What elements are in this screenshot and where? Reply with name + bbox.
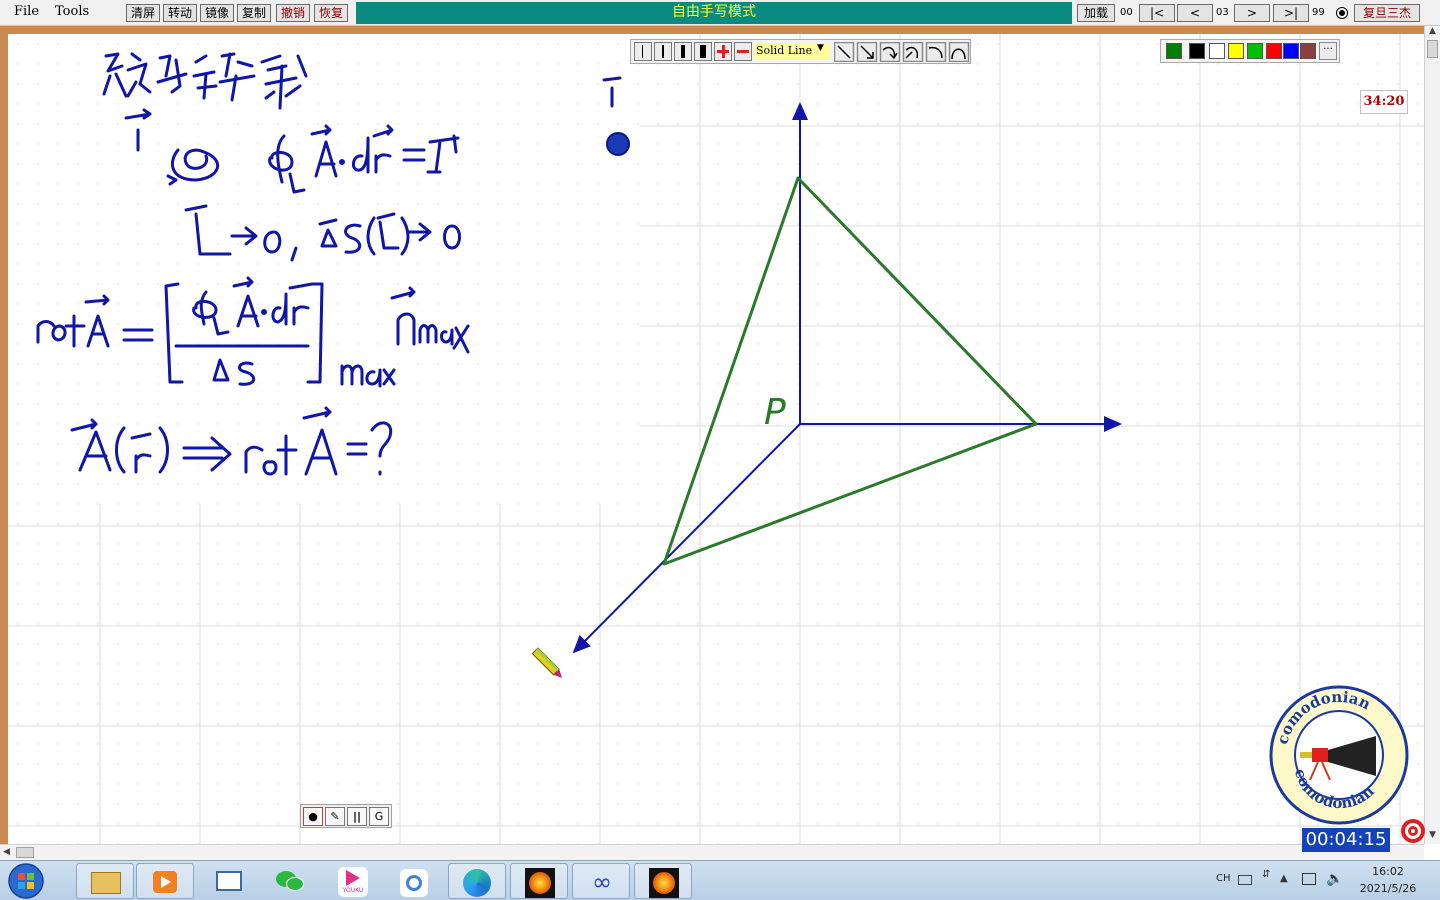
vertical-scrollbar[interactable]: ▲ ▼: [1424, 26, 1440, 844]
prev-page-button[interactable]: <: [1177, 4, 1213, 22]
start-button[interactable]: [6, 863, 46, 899]
youku-icon[interactable]: YOUKU: [324, 863, 382, 899]
top-toolbar: File Tools 清屏 转动 镜像 复制 撤销 恢复 自由手写模式 加载 0…: [0, 0, 1440, 26]
clock-date[interactable]: 2021/5/26: [1354, 882, 1422, 895]
recording-timer: 00:04:15: [1302, 828, 1390, 852]
pause-button[interactable]: ||: [347, 807, 367, 826]
countdown-timer: 34:20: [1360, 90, 1408, 114]
color-blue[interactable]: [1283, 43, 1299, 59]
curve-arrow-icon[interactable]: [879, 42, 901, 62]
menu-tools[interactable]: Tools: [55, 4, 89, 19]
record-target-icon[interactable]: [1400, 818, 1426, 844]
horizontal-scrollbar[interactable]: ◀: [0, 844, 1424, 860]
color-green[interactable]: [1166, 43, 1182, 59]
pen-icon[interactable]: ✎: [325, 807, 345, 826]
file-explorer-icon[interactable]: [76, 863, 134, 899]
zoom-in-icon[interactable]: [714, 42, 732, 61]
horizontal-scroll-thumb[interactable]: [16, 847, 34, 858]
color-white[interactable]: [1209, 43, 1225, 59]
course-title-button[interactable]: 复旦三杰: [1354, 4, 1420, 22]
vertical-scroll-thumb[interactable]: [1427, 40, 1438, 58]
scroll-up-icon[interactable]: ▲: [1429, 26, 1436, 36]
page-start-number: 00: [1120, 7, 1133, 18]
color-red[interactable]: [1266, 43, 1282, 59]
scroll-down-icon[interactable]: ▼: [1429, 830, 1436, 840]
more-colors-button[interactable]: ···: [1319, 42, 1337, 60]
help-icon[interactable]: ⇵: [1262, 869, 1270, 880]
undo-button[interactable]: 撤销: [276, 4, 310, 22]
volume-icon[interactable]: 🔈: [1326, 871, 1343, 887]
rotate-button[interactable]: 转动: [163, 4, 197, 22]
color-yellow[interactable]: [1228, 43, 1244, 59]
mode-banner: 自由手写模式: [356, 2, 1072, 24]
clock-time[interactable]: 16:02: [1368, 865, 1408, 878]
load-button[interactable]: 加载: [1077, 4, 1115, 22]
network-icon[interactable]: [386, 863, 444, 899]
chevron-down-icon[interactable]: ▼: [817, 43, 824, 53]
pen-thick-icon[interactable]: [674, 42, 692, 61]
infinity-icon[interactable]: ∞: [572, 863, 630, 899]
arc-icon[interactable]: [925, 42, 947, 62]
media-player-icon[interactable]: [136, 863, 194, 899]
color-brown[interactable]: [1300, 43, 1316, 59]
menu-file[interactable]: File: [14, 4, 39, 19]
taskbar: YOUKU ∞ CH ⇵ ▲ 🔈 16:02 2021/5/26: [0, 860, 1440, 900]
keyboard-icon[interactable]: [1238, 875, 1252, 885]
tray-expand-icon[interactable]: ▲: [1280, 873, 1288, 884]
pen-thin-icon[interactable]: [634, 42, 652, 61]
zoom-out-icon[interactable]: [734, 42, 752, 61]
comodonian-logo: comodonian comodonian: [1269, 685, 1409, 825]
action-center-icon[interactable]: [1302, 873, 1316, 885]
pen-medium-icon[interactable]: [654, 42, 672, 61]
window-icon[interactable]: [200, 863, 258, 899]
color-black[interactable]: [1189, 43, 1205, 59]
mirror-button[interactable]: 镜像: [200, 4, 234, 22]
pen-toolbar: Solid Line ▼: [630, 39, 971, 64]
mini-toolbar: ● ✎ || G: [300, 804, 392, 828]
edge-icon[interactable]: [448, 863, 506, 899]
clear-screen-button[interactable]: 清屏: [126, 4, 160, 22]
wechat-icon[interactable]: [262, 863, 320, 899]
pen-bold-icon[interactable]: [694, 42, 712, 61]
last-page-button[interactable]: >|: [1273, 4, 1309, 22]
record-radio[interactable]: [1336, 7, 1348, 19]
whiteboard[interactable]: [0, 26, 1424, 844]
first-page-button[interactable]: |<: [1139, 4, 1175, 22]
curve-arrow-2-icon[interactable]: [902, 42, 924, 62]
color-palette: ···: [1160, 39, 1340, 63]
input-method-indicator[interactable]: CH: [1216, 873, 1231, 884]
redo-button[interactable]: 恢复: [314, 4, 348, 22]
shape-tools: [834, 42, 970, 62]
copy-button[interactable]: 复制: [237, 4, 271, 22]
next-page-button[interactable]: >: [1234, 4, 1270, 22]
g-button[interactable]: G: [369, 807, 389, 826]
sun-app-icon[interactable]: [510, 863, 568, 899]
current-page-number: 03: [1216, 7, 1229, 18]
color-light-green[interactable]: [1247, 43, 1263, 59]
page-end-number: 99: [1312, 7, 1325, 18]
sun-app-2-icon[interactable]: [634, 863, 692, 899]
camera-icon[interactable]: ●: [303, 807, 323, 826]
scroll-left-icon[interactable]: ◀: [3, 847, 10, 857]
